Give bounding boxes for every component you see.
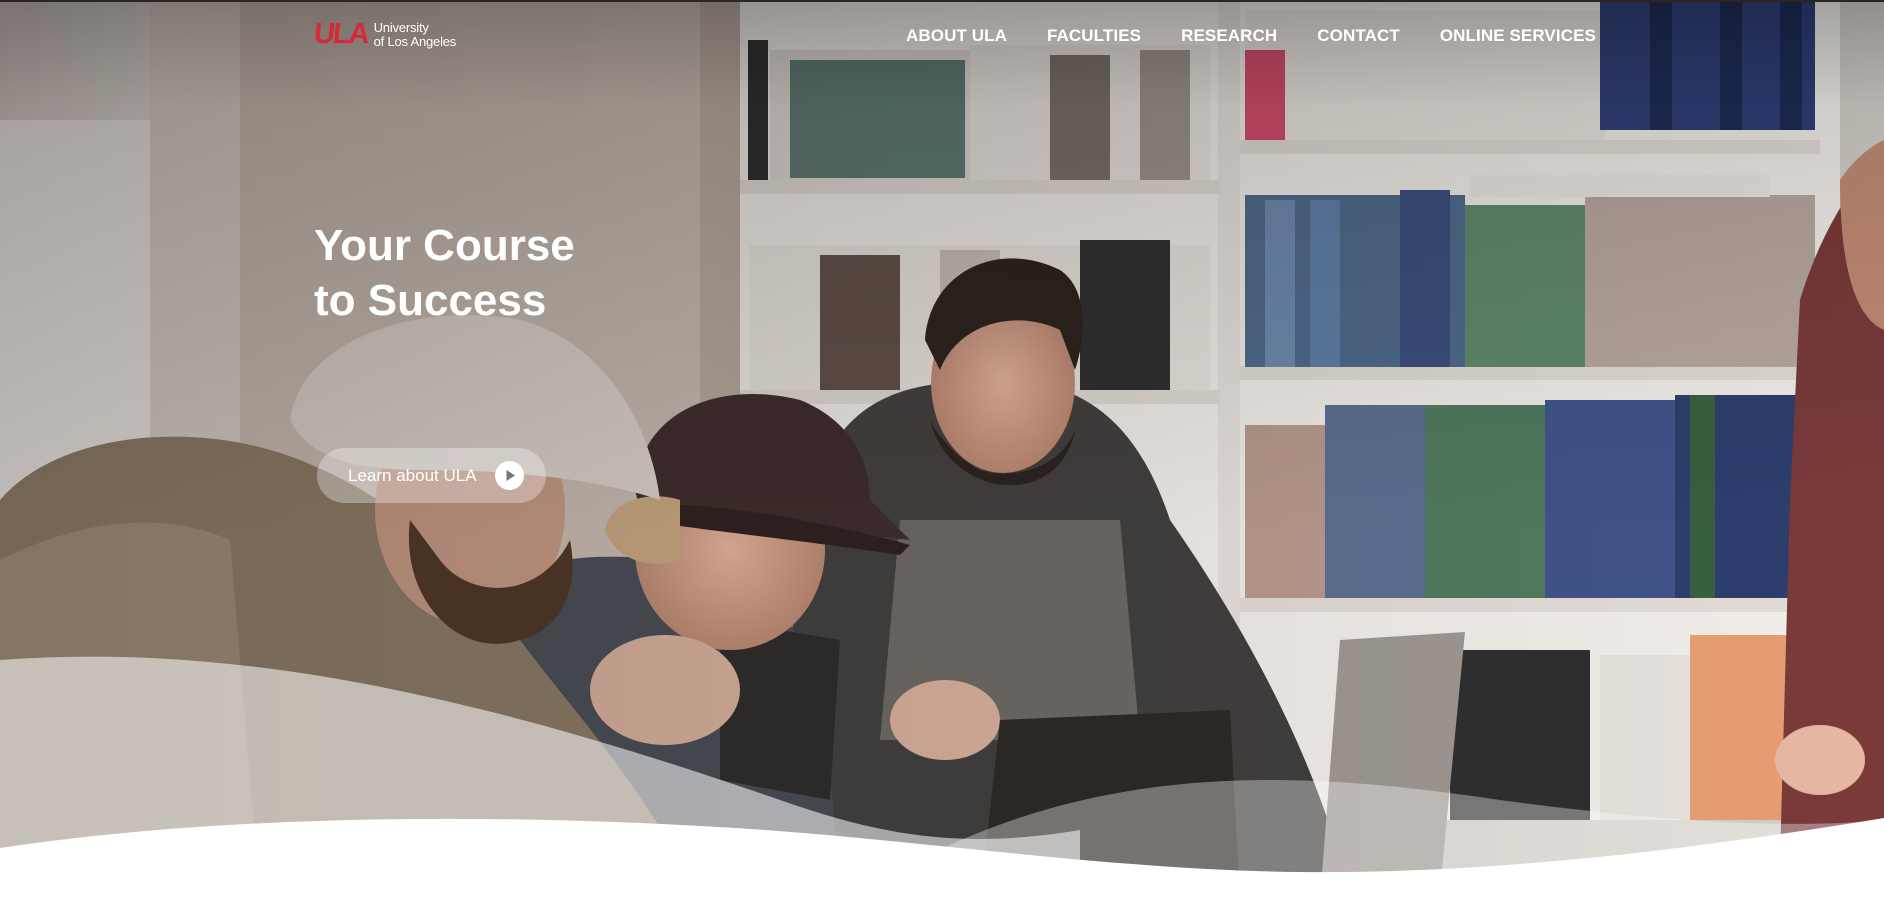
hero-section: ULA University of Los Angeles ABOUT ULA … — [0, 0, 1884, 900]
nav-item-online-services[interactable]: ONLINE SERVICES — [1440, 26, 1596, 46]
top-border — [0, 0, 1884, 2]
logo-line-2: of Los Angeles — [373, 33, 457, 49]
nav-item-research[interactable]: RESEARCH — [1181, 26, 1277, 46]
play-circle-icon — [495, 461, 524, 490]
main-navigation: ABOUT ULA FACULTIES RESEARCH CONTACT ONL… — [906, 26, 1636, 46]
logo-wordmark: University of Los Angeles — [373, 19, 457, 49]
headline-line-1: Your Course — [314, 221, 575, 270]
nav-item-faculties[interactable]: FACULTIES — [1047, 26, 1141, 46]
ula-logo[interactable]: ULA University of Los Angeles — [312, 18, 457, 50]
logo-line-1: University — [373, 19, 429, 35]
hero-headline: Your Course to Success — [314, 218, 714, 328]
headline-line-2: to Success — [314, 276, 547, 325]
learn-about-ula-button[interactable]: Learn about ULA — [317, 448, 546, 503]
nav-item-contact[interactable]: CONTACT — [1317, 26, 1400, 46]
logo-mark: ULA — [312, 18, 370, 50]
cta-label: Learn about ULA — [348, 465, 477, 485]
nav-item-about-ula[interactable]: ABOUT ULA — [906, 26, 1007, 46]
hero-background-photo — [0, 0, 1884, 900]
